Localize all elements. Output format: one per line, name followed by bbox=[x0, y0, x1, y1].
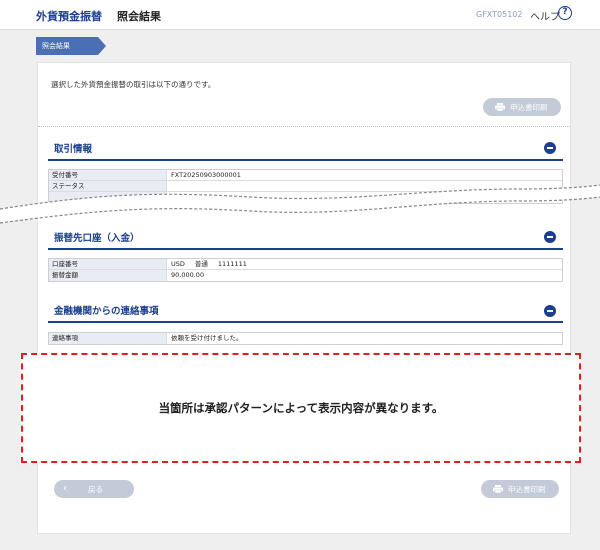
help-icon[interactable]: ? bbox=[558, 6, 572, 20]
printer-icon bbox=[495, 103, 505, 111]
printer-icon bbox=[493, 485, 503, 493]
intro-text: 選択した外貨預金振替の取引は以下の通りです。 bbox=[51, 80, 216, 89]
row-label: 振替金額 bbox=[49, 270, 167, 281]
screen-code: GFXT05102 bbox=[476, 10, 523, 19]
row-label: 口座番号 bbox=[49, 259, 167, 269]
help-link[interactable]: ヘルプ bbox=[530, 8, 560, 23]
back-button[interactable]: ‹ 戻る bbox=[54, 480, 134, 498]
breadcrumb: 照会結果 bbox=[36, 37, 106, 55]
notice-text: 当箇所は承認パターンによって表示内容が異なります。 bbox=[158, 401, 444, 415]
message-table: 連絡事項 依頼を受け付けました。 bbox=[48, 332, 563, 345]
table-row: 連絡事項 依頼を受け付けました。 bbox=[49, 333, 562, 344]
chevron-left-icon: ‹ bbox=[63, 483, 67, 494]
row-value: USD 普通 1111111 bbox=[167, 259, 562, 269]
content-break-wave bbox=[0, 184, 600, 224]
table-row: 振替金額 90,000.00 bbox=[49, 270, 562, 281]
print-button-top[interactable]: 申込書印刷 bbox=[483, 98, 561, 116]
section-title-transaction: 取引情報 bbox=[54, 144, 93, 155]
row-label: 連絡事項 bbox=[49, 333, 167, 344]
account-number-value: 1111111 bbox=[217, 260, 247, 268]
destination-table: 口座番号 USD 普通 1111111 振替金額 90,000.00 bbox=[48, 258, 563, 282]
table-row: 口座番号 USD 普通 1111111 bbox=[49, 259, 562, 270]
page-subtitle: 照会結果 bbox=[117, 10, 161, 23]
page-title: 外貨預金振替 bbox=[36, 10, 102, 23]
collapse-minus-icon[interactable] bbox=[544, 142, 556, 154]
section-underline bbox=[48, 159, 563, 161]
section-underline bbox=[48, 321, 563, 323]
row-value: 依頼を受け付けました。 bbox=[171, 334, 243, 342]
header-bar: 外貨預金振替 照会結果 GFXT05102 ヘルプ ? bbox=[0, 0, 600, 30]
collapse-minus-icon[interactable] bbox=[544, 305, 556, 317]
section-underline bbox=[48, 248, 563, 250]
section-title-message: 金融機関からの連絡事項 bbox=[54, 306, 159, 317]
main-card: 選択した外貨預金振替の取引は以下の通りです。 申込書印刷 取引情報 受付番号 F… bbox=[37, 62, 571, 534]
breadcrumb-label: 照会結果 bbox=[42, 42, 70, 50]
currency-value: USD bbox=[171, 260, 185, 268]
divider bbox=[38, 126, 570, 127]
back-button-label: 戻る bbox=[88, 485, 103, 494]
variation-notice: 当箇所は承認パターンによって表示内容が異なります。 bbox=[21, 353, 581, 463]
account-type-value: 普通 bbox=[194, 260, 208, 268]
print-button-label: 申込書印刷 bbox=[510, 103, 548, 112]
print-button-label: 申込書印刷 bbox=[508, 485, 546, 494]
print-button-bottom[interactable]: 申込書印刷 bbox=[481, 480, 559, 498]
row-value: 90,000.00 bbox=[171, 271, 205, 279]
